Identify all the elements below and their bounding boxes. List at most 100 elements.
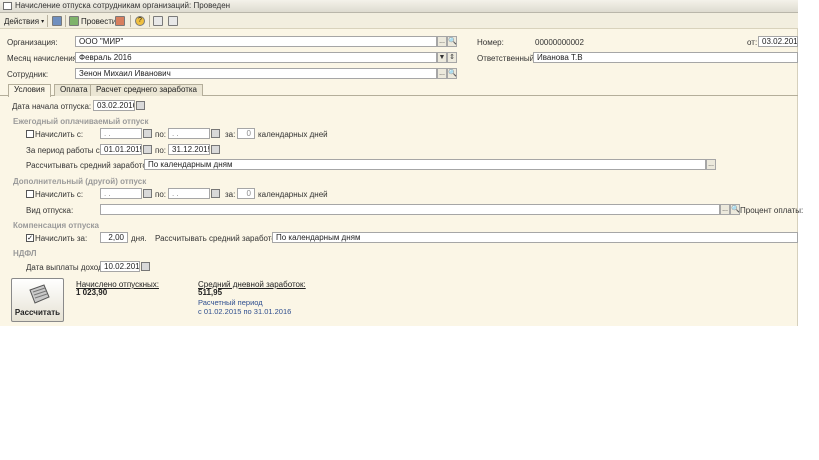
additional-section-title: Дополнительный (другой) отпуск xyxy=(13,177,147,186)
responsible-field[interactable]: Иванова Т.В xyxy=(533,52,798,63)
toolbar: Действия ▾ Провести ? xyxy=(0,13,798,29)
calendar-icon[interactable] xyxy=(143,129,152,138)
compensation-days-field[interactable]: 2,00 xyxy=(100,232,128,243)
annual-accrue-from-field[interactable]: . . xyxy=(100,128,142,139)
avg-daily-value: 511,95 xyxy=(198,288,223,297)
annual-days-field[interactable]: 0 xyxy=(237,128,255,139)
leave-type-label: Вид отпуска: xyxy=(26,206,74,215)
employee-field[interactable]: Зенон Михаил Иванович xyxy=(75,68,437,79)
number-label: Номер: xyxy=(477,38,504,47)
additional-accrue-label: Начислить с: xyxy=(35,190,84,199)
pay-date-label: Дата выплаты дохода: xyxy=(26,263,110,272)
post-icon xyxy=(69,16,79,26)
calendar-icon[interactable] xyxy=(211,189,220,198)
annual-accrue-to-field[interactable]: . . xyxy=(168,128,210,139)
dropdown-arrow-icon: ▾ xyxy=(41,18,45,25)
search-icon[interactable]: 🔍 xyxy=(447,36,457,47)
work-period-from-field[interactable]: 01.01.2015 xyxy=(100,144,142,155)
tab-average-earnings[interactable]: Расчет среднего заработка xyxy=(90,84,203,96)
toolbar-separator xyxy=(130,15,131,27)
calculator-icon xyxy=(29,284,50,304)
work-period-to-field[interactable]: 31.12.2015 xyxy=(168,144,210,155)
list-icon xyxy=(153,16,163,26)
annual-days-unit: календарных дней xyxy=(258,130,328,139)
annual-accrue-checkbox[interactable] xyxy=(26,130,34,138)
save-button[interactable] xyxy=(52,15,62,27)
additional-days-field[interactable]: 0 xyxy=(237,188,255,199)
calendar-icon[interactable] xyxy=(143,145,152,154)
calc-period-label: Расчетный период xyxy=(198,298,263,307)
work-period-to-label: по: xyxy=(155,146,167,155)
calendar-icon[interactable] xyxy=(141,262,150,271)
compensation-accrue-label: Начислить за: xyxy=(35,234,88,243)
structure-button[interactable] xyxy=(153,15,163,27)
additional-to-label: по: xyxy=(155,190,167,199)
work-period-label: За период работы с: xyxy=(26,146,102,155)
compensation-avg-field[interactable]: По календарным дням xyxy=(272,232,798,243)
calendar-icon[interactable] xyxy=(136,101,145,110)
search-icon[interactable]: 🔍 xyxy=(730,204,740,215)
unpost-icon xyxy=(115,16,125,26)
responsible-label: Ответственный: xyxy=(477,54,537,63)
calculate-button[interactable]: Рассчитать xyxy=(11,278,64,322)
pay-date-field[interactable]: 10.02.2016 xyxy=(100,261,140,272)
annual-for-label: за: xyxy=(225,130,236,139)
search-icon[interactable]: 🔍 xyxy=(447,68,457,79)
employee-label: Сотрудник: xyxy=(7,70,49,79)
employee-select-button[interactable]: ... xyxy=(437,68,447,79)
accrued-value: 1 023,90 xyxy=(76,288,108,297)
document-window: Начисление отпуска сотрудникам организац… xyxy=(0,0,803,326)
help-button[interactable]: ? xyxy=(135,15,145,27)
toolbar-separator xyxy=(65,15,66,27)
post-button[interactable]: Провести xyxy=(69,15,116,27)
post-label: Провести xyxy=(81,16,117,26)
chevron-down-icon[interactable]: ▼ xyxy=(437,52,447,63)
movements-button[interactable] xyxy=(168,15,178,27)
annual-avg-field[interactable]: По календарным дням xyxy=(144,159,706,170)
actions-menu[interactable]: Действия ▾ xyxy=(4,15,44,27)
tab-payment[interactable]: Оплата xyxy=(54,84,94,96)
toolbar-separator xyxy=(47,15,48,27)
annual-accrue-label: Начислить с: xyxy=(35,130,84,139)
annual-section-title: Ежегодный оплачиваемый отпуск xyxy=(13,117,149,126)
compensation-checkbox[interactable]: ✓ xyxy=(26,234,34,242)
tab-conditions[interactable]: Условия xyxy=(8,84,51,97)
percent-label: Процент оплаты: xyxy=(740,206,804,215)
tree-icon xyxy=(168,16,178,26)
calendar-icon[interactable] xyxy=(143,189,152,198)
month-label: Месяц начисления: xyxy=(7,54,80,63)
window-title: Начисление отпуска сотрудникам организац… xyxy=(15,1,231,10)
leave-type-field[interactable] xyxy=(100,204,720,215)
additional-for-label: за: xyxy=(225,190,236,199)
annual-to-label: по: xyxy=(155,130,167,139)
month-spin-button[interactable]: ⇕ xyxy=(447,52,457,63)
window-icon xyxy=(3,2,12,10)
additional-days-unit: календарных дней xyxy=(258,190,328,199)
date-field[interactable]: 03.02.2016 xyxy=(758,36,798,47)
unpost-button[interactable] xyxy=(115,15,125,27)
start-date-field[interactable]: 03.02.2016 xyxy=(93,100,135,111)
number-value: 00000000002 xyxy=(535,38,584,47)
compensation-section-title: Компенсация отпуска xyxy=(13,221,100,230)
org-select-button[interactable]: ... xyxy=(437,36,447,47)
toolbar-separator xyxy=(149,15,150,27)
org-label: Организация: xyxy=(7,38,58,47)
additional-accrue-checkbox[interactable] xyxy=(26,190,34,198)
month-field[interactable]: Февраль 2016 xyxy=(75,52,437,63)
additional-accrue-from-field[interactable]: . . xyxy=(100,188,142,199)
compensation-avg-label: Рассчитывать средний заработок: xyxy=(155,234,282,243)
annual-avg-select-button[interactable]: ... xyxy=(706,159,716,170)
calendar-icon[interactable] xyxy=(211,129,220,138)
start-date-label: Дата начала отпуска: xyxy=(12,102,92,111)
date-label: от: xyxy=(747,38,758,47)
save-icon xyxy=(52,16,62,26)
calendar-icon[interactable] xyxy=(211,145,220,154)
org-field[interactable]: ООО "МИР" xyxy=(75,36,437,47)
leave-type-select-button[interactable]: ... xyxy=(720,204,730,215)
calculate-label: Рассчитать xyxy=(14,308,61,317)
title-bar: Начисление отпуска сотрудникам организац… xyxy=(0,0,798,13)
calc-period-value: с 01.02.2015 по 31.01.2016 xyxy=(198,307,292,316)
annual-avg-label: Рассчитывать средний заработок: xyxy=(26,161,153,170)
additional-accrue-to-field[interactable]: . . xyxy=(168,188,210,199)
actions-label: Действия xyxy=(4,16,40,26)
